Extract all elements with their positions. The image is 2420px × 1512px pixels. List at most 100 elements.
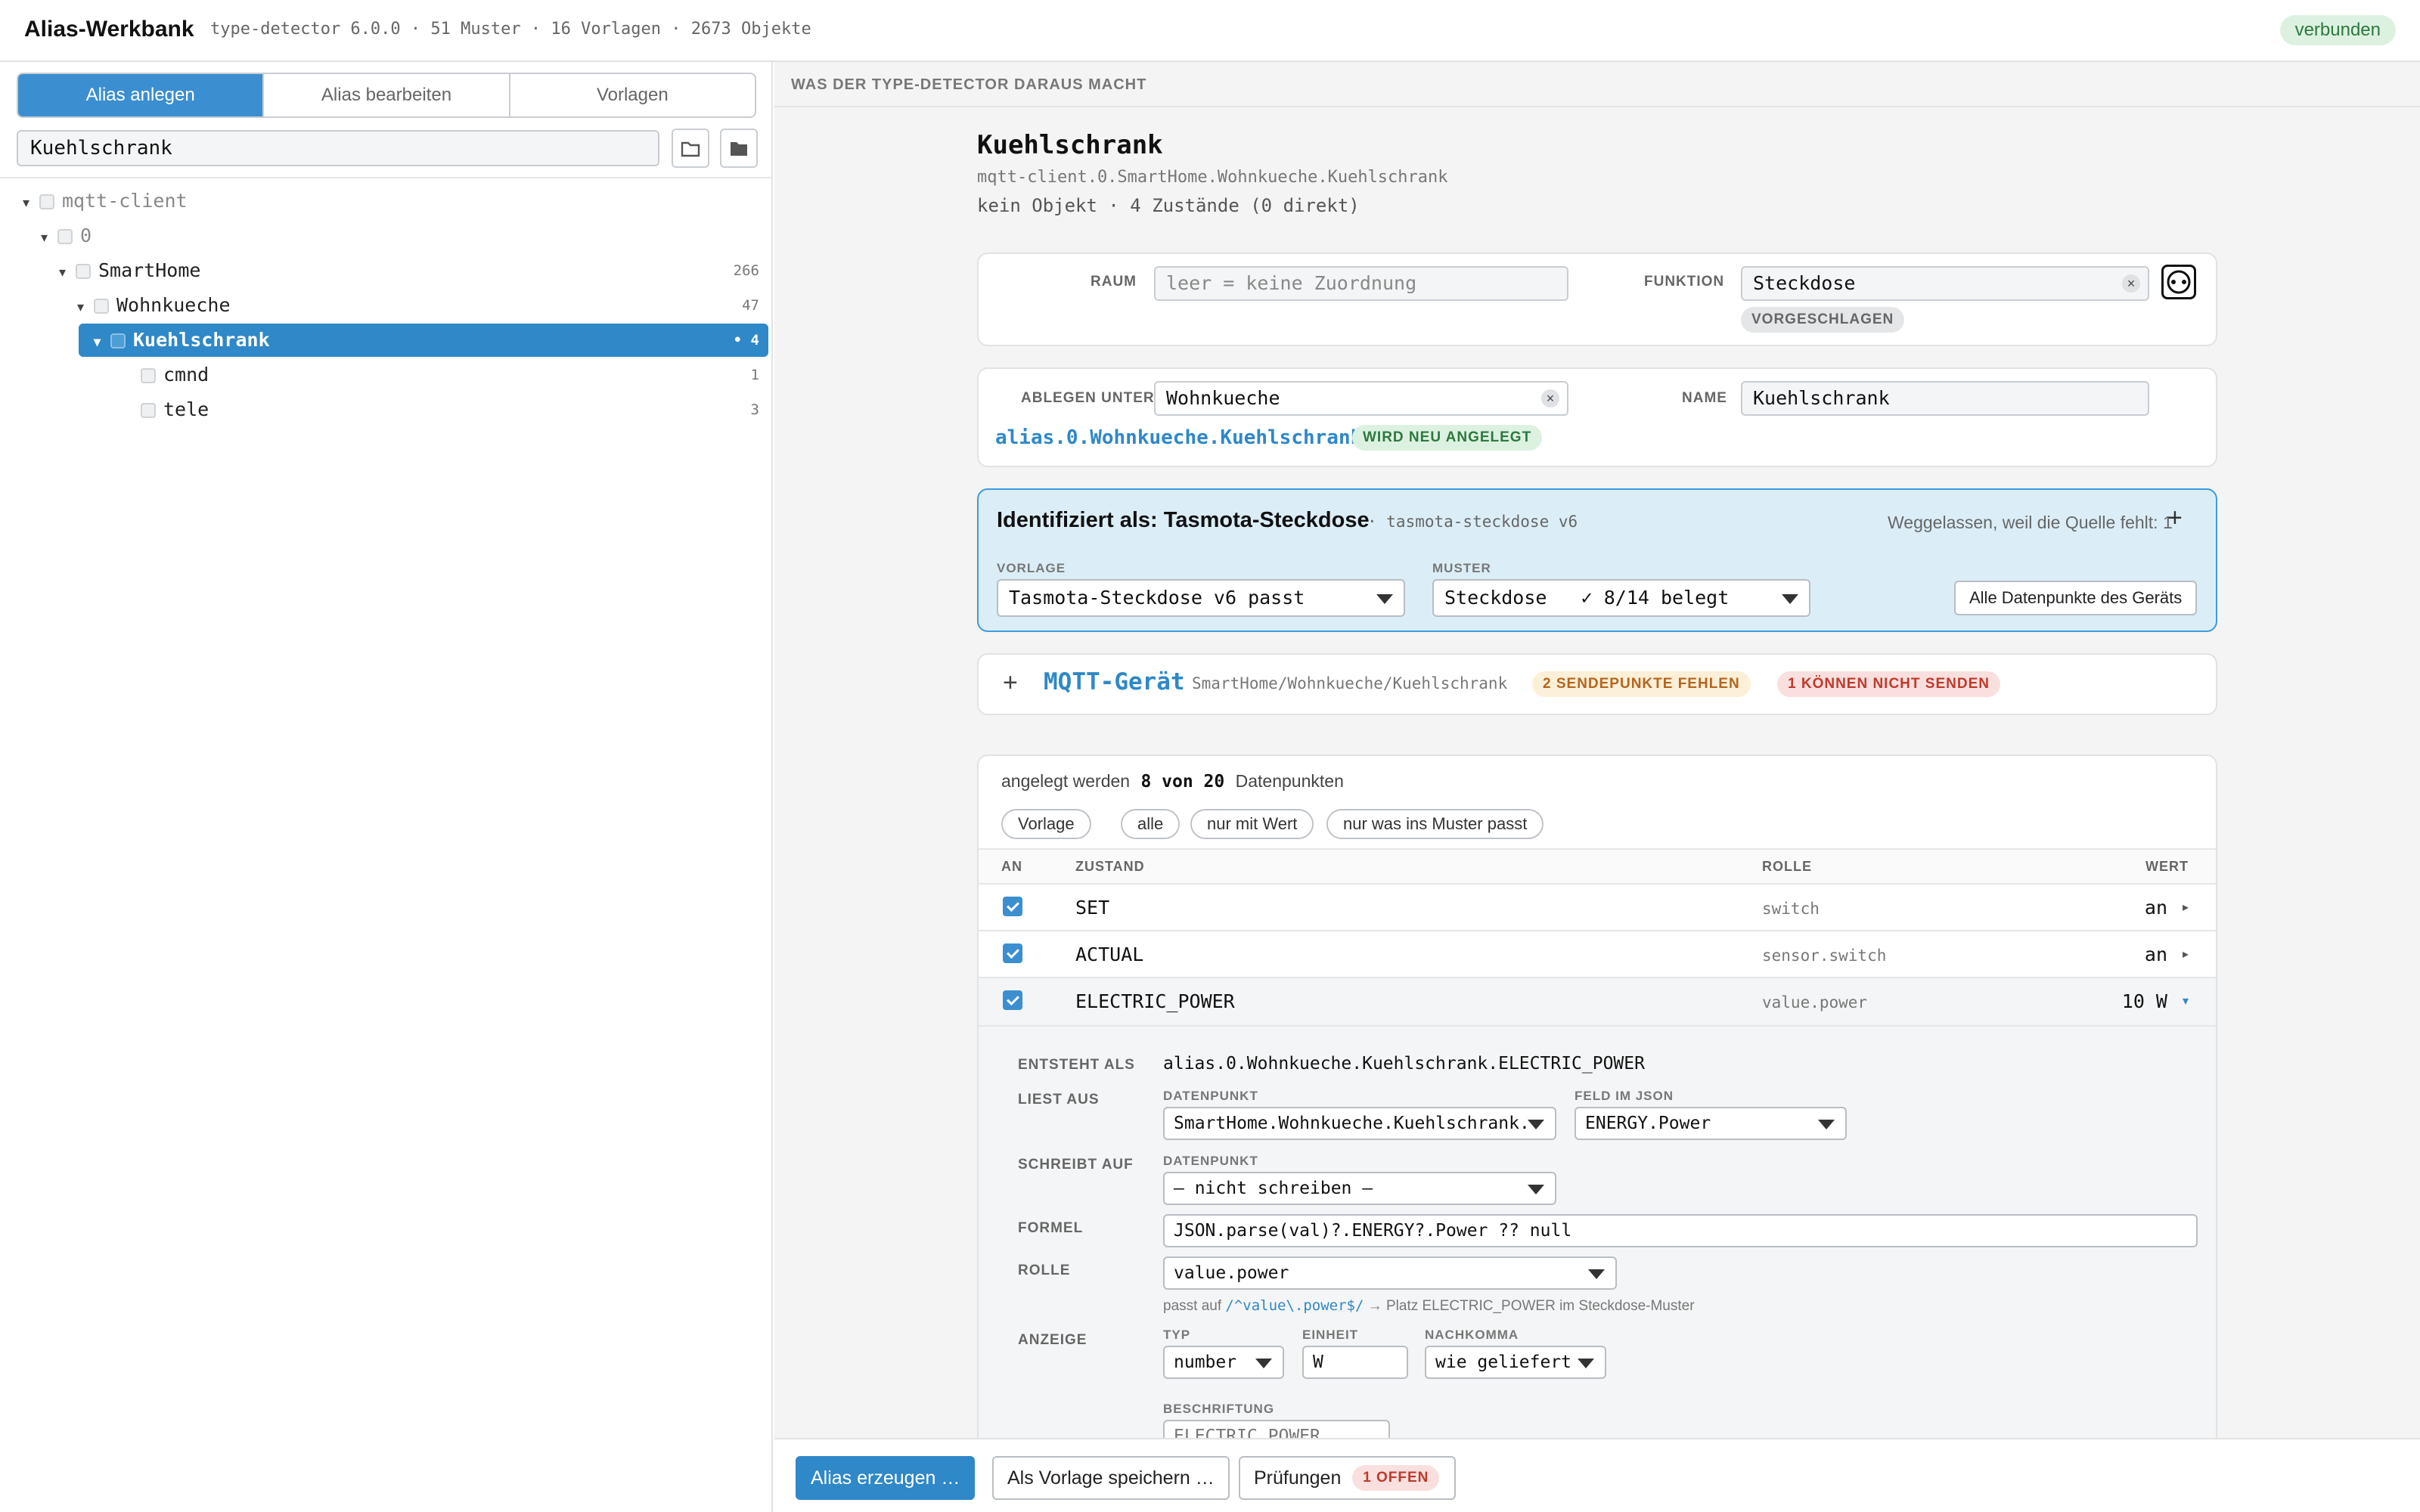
tree-node-label: Kuehlschrank bbox=[133, 329, 270, 351]
schreibt-datenpunkt-label: DATENPUNKT bbox=[1163, 1154, 1258, 1168]
raum-input[interactable]: leer = keine Zuordnung bbox=[1154, 266, 1568, 301]
ablegen-input[interactable]: Wohnkueche × bbox=[1154, 381, 1568, 416]
row-checkbox[interactable] bbox=[1003, 897, 1022, 916]
anzeige-label: ANZEIGE bbox=[1018, 1332, 1087, 1348]
tree-node-mqtt-client[interactable]: ▾ mqtt-client bbox=[23, 184, 764, 218]
liest-datenpunkt-value: SmartHome.Wohnkueche.Kuehlschrank. bbox=[1174, 1114, 1530, 1133]
checks-button[interactable]: Prüfungen 1 OFFEN bbox=[1239, 1456, 1457, 1500]
chevron-down-icon bbox=[1528, 1185, 1544, 1194]
state-icon bbox=[39, 194, 54, 209]
mqtt-device-card[interactable]: + MQTT-Gerät SmartHome/Wohnkueche/Kuehls… bbox=[977, 653, 2217, 715]
beschriftung-label: BESCHRIFTUNG bbox=[1163, 1402, 1275, 1416]
liest-label: LIEST AUS bbox=[1018, 1092, 1100, 1108]
tree-node-tele[interactable]: tele 3 bbox=[124, 393, 759, 426]
tree-node-kuehlschrank[interactable]: ▾ Kuehlschrank • 4 bbox=[79, 324, 768, 357]
liest-datenpunkt-select[interactable]: SmartHome.Wohnkueche.Kuehlschrank. bbox=[1163, 1107, 1556, 1140]
vorlage-label: VORLAGE bbox=[997, 561, 1066, 575]
search-input[interactable]: Kuehlschrank bbox=[17, 130, 659, 166]
section-header: WAS DER TYPE-DETECTOR DARAUS MACHT bbox=[774, 62, 2420, 107]
clear-icon[interactable]: × bbox=[2122, 274, 2140, 293]
row-state: ELECTRIC_POWER bbox=[1075, 990, 1235, 1012]
typ-label: TYP bbox=[1163, 1328, 1191, 1342]
table-header: AN ZUSTAND ROLLE WERT bbox=[979, 848, 2216, 883]
datapoints-card: angelegt werden 8 von 20 Datenpunkten Vo… bbox=[977, 754, 2217, 1512]
tree-node-cmnd[interactable]: cmnd 1 bbox=[124, 358, 759, 392]
alias-id: alias.0.Wohnkueche.Kuehlschrank bbox=[995, 426, 1363, 449]
tree-toggle-icon[interactable]: ▾ bbox=[77, 290, 94, 324]
col-rolle: ROLLE bbox=[1762, 859, 1812, 874]
mode-tabs: Alias anlegen Alias bearbeiten Vorlagen bbox=[17, 73, 756, 118]
formel-input[interactable]: JSON.parse(val)?.ENERGY?.Power ?? null bbox=[1163, 1214, 2198, 1247]
row-state: ACTUAL bbox=[1075, 943, 1144, 965]
collapse-row-icon[interactable]: ▾ bbox=[2183, 993, 2189, 1009]
chevron-down-icon bbox=[1255, 1359, 1272, 1368]
all-datapoints-button[interactable]: Alle Datenpunkte des Geräts bbox=[1954, 581, 2198, 615]
col-zustand: ZUSTAND bbox=[1075, 859, 1145, 874]
vorgeschlagen-badge: VORGESCHLAGEN bbox=[1741, 307, 1905, 333]
expand-row-icon[interactable]: ▸ bbox=[2183, 900, 2189, 915]
rolle-select[interactable]: value.power bbox=[1163, 1256, 1617, 1290]
row-role: sensor.switch bbox=[1762, 947, 1887, 965]
chevron-down-icon bbox=[1376, 594, 1393, 604]
filter-nur-mit-wert[interactable]: nur mit Wert bbox=[1190, 809, 1314, 839]
filter-vorlage[interactable]: Vorlage bbox=[1001, 809, 1091, 839]
funktion-input[interactable]: Steckdose × bbox=[1741, 266, 2149, 301]
name-input[interactable]: Kuehlschrank bbox=[1741, 381, 2149, 416]
clear-icon[interactable]: × bbox=[1541, 389, 1559, 407]
row-checkbox[interactable] bbox=[1003, 943, 1022, 963]
state-icon bbox=[110, 333, 126, 349]
tab-alias-anlegen[interactable]: Alias anlegen bbox=[18, 74, 265, 116]
tree-node-smarthome[interactable]: ▾ SmartHome 266 bbox=[59, 254, 759, 287]
tree-toggle-icon[interactable]: ▾ bbox=[94, 325, 110, 358]
raum-label: RAUM bbox=[1091, 274, 1137, 290]
filter-nur-muster[interactable]: nur was ins Muster passt bbox=[1326, 809, 1544, 839]
filter-alle[interactable]: alle bbox=[1121, 809, 1181, 839]
typ-select[interactable]: number bbox=[1163, 1346, 1284, 1379]
mqtt-device-title: MQTT-Gerät bbox=[1044, 668, 1185, 696]
datapoints-summary: angelegt werden 8 von 20 Datenpunkten bbox=[1001, 771, 1344, 792]
save-template-button[interactable]: Als Vorlage speichern … bbox=[992, 1456, 1230, 1500]
tree-node-count: 1 bbox=[750, 367, 759, 383]
state-icon bbox=[94, 299, 109, 314]
create-alias-button[interactable]: Alias erzeugen … bbox=[796, 1456, 976, 1500]
summary-count: 8 von 20 bbox=[1140, 772, 1225, 792]
table-row[interactable]: ACTUAL sensor.switch an ▸ bbox=[979, 930, 2216, 977]
muster-select[interactable]: Steckdose ✓ 8/14 belegt bbox=[1432, 579, 1810, 617]
tree-toggle-icon[interactable]: ▾ bbox=[41, 221, 57, 254]
expand-icon[interactable]: + bbox=[1003, 668, 1018, 698]
socket-icon[interactable] bbox=[2161, 265, 2196, 299]
tree-node-wohnkueche[interactable]: ▾ Wohnkueche 47 bbox=[77, 289, 759, 322]
expand-row-icon[interactable]: ▸ bbox=[2183, 947, 2189, 962]
table-row[interactable]: SET switch an ▸ bbox=[979, 883, 2216, 930]
add-icon[interactable]: + bbox=[2167, 503, 2183, 533]
tree-toggle-icon[interactable]: ▾ bbox=[59, 256, 76, 289]
chevron-down-icon bbox=[1578, 1359, 1594, 1368]
row-checkbox[interactable] bbox=[1003, 990, 1022, 1010]
schreibt-value: – nicht schreiben – bbox=[1174, 1179, 1373, 1198]
tree-node-count: 266 bbox=[733, 262, 759, 279]
collapse-folders-button[interactable] bbox=[672, 129, 709, 168]
identified-sub: · tasmota-steckdose v6 bbox=[1367, 513, 1578, 531]
right-panel: WAS DER TYPE-DETECTOR DARAUS MACHT Kuehl… bbox=[774, 62, 2420, 1512]
left-panel: Alias anlegen Alias bearbeiten Vorlagen … bbox=[0, 62, 773, 1512]
chevron-down-icon bbox=[1818, 1120, 1835, 1129]
connection-status-badge: verbunden bbox=[2279, 15, 2396, 45]
funktion-value: Steckdose bbox=[1753, 272, 1856, 294]
new-badge: WIRD NEU ANGELEGT bbox=[1352, 425, 1543, 451]
tab-vorlagen[interactable]: Vorlagen bbox=[510, 74, 755, 116]
summary-prefix: angelegt werden bbox=[1001, 771, 1131, 791]
tree-toggle-icon[interactable]: ▾ bbox=[23, 186, 39, 219]
tree-node-0[interactable]: ▾ 0 bbox=[41, 219, 764, 253]
einheit-input[interactable]: W bbox=[1302, 1346, 1408, 1379]
chevron-down-icon bbox=[1782, 594, 1798, 604]
table-row-expanded[interactable]: ELECTRIC_POWER value.power 10 W ▾ bbox=[979, 977, 2216, 1025]
einheit-label: EINHEIT bbox=[1302, 1328, 1359, 1342]
vorlage-select[interactable]: Tasmota-Steckdose v6 passt bbox=[997, 579, 1405, 617]
checks-label: Prüfungen bbox=[1254, 1467, 1342, 1489]
col-wert: WERT bbox=[2145, 859, 2189, 874]
nachkomma-select[interactable]: wie geliefert bbox=[1425, 1346, 1606, 1379]
schreibt-select[interactable]: – nicht schreiben – bbox=[1163, 1172, 1556, 1205]
expand-folders-button[interactable] bbox=[720, 129, 758, 168]
feld-select[interactable]: ENERGY.Power bbox=[1575, 1107, 1847, 1140]
tab-alias-bearbeiten[interactable]: Alias bearbeiten bbox=[264, 74, 510, 116]
